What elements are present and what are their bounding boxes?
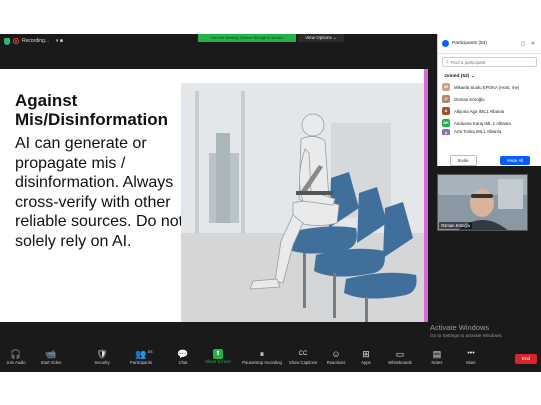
apps-grid-icon: ⊞ xyxy=(362,349,370,359)
zoom-meeting-window: Recording... ⏸ ■ You are viewing Osman K… xyxy=(0,34,541,372)
captions-icon: CC xyxy=(298,351,308,357)
chat-label: Chat xyxy=(178,360,188,365)
search-icon: ⌕ xyxy=(446,59,449,65)
avatar: A xyxy=(442,129,450,135)
participant-row[interactable]: A Arta Toska IML1 Albania xyxy=(442,129,537,135)
share-screen-label: Share Screen xyxy=(205,359,231,364)
participant-row[interactable]: AK Anduena Karaj IML 1 Albania xyxy=(442,117,537,129)
join-audio-label: Join Audio xyxy=(6,360,26,365)
apps-button[interactable]: ⊞ Apps xyxy=(348,348,384,365)
more-icon: ••• xyxy=(467,350,475,357)
participant-row[interactable]: O Osman Köroğlu xyxy=(442,93,537,105)
record-dot-icon xyxy=(13,38,19,44)
more-button[interactable]: ••• More xyxy=(453,348,489,365)
watermark-title: Activate Windows xyxy=(430,323,490,332)
headphones-icon: 🎧 xyxy=(10,349,22,359)
apps-label: Apps xyxy=(361,360,371,365)
pause-stop-recording-button[interactable]: ⏸ Pause/stop recording xyxy=(242,348,282,365)
chat-icon: 💬 xyxy=(177,349,189,359)
security-button[interactable]: 🛡 Security xyxy=(84,348,120,365)
end-meeting-button[interactable]: End xyxy=(515,354,537,364)
participant-name: Albjona Aga IML1 Albania xyxy=(454,108,505,114)
share-screen-button[interactable]: ⬆ Share Screen xyxy=(200,348,236,364)
participant-name: Arta Toska IML1 Albania xyxy=(454,129,502,134)
whiteboards-label: Whiteboards xyxy=(388,360,412,365)
avatar: O xyxy=(442,95,450,103)
more-label: More xyxy=(466,360,476,365)
participant-list: M Mikaela Suolu EPOKA (Host, me) O Osman… xyxy=(438,81,541,135)
video-name-label: Osman Köroğlu xyxy=(439,222,473,229)
notes-label: Notes xyxy=(431,360,443,365)
whiteboards-button[interactable]: ▭ Whiteboards xyxy=(382,348,418,365)
smiley-icon: ☺ xyxy=(331,349,341,359)
pause-stop-recording-label: Pause/stop recording xyxy=(242,360,282,365)
avatar: AK xyxy=(442,119,450,127)
slide-accent-bar xyxy=(424,69,428,322)
recording-label: Recording... xyxy=(22,38,49,44)
participant-row[interactable]: A Albjona Aga IML1 Albania xyxy=(442,105,537,117)
avatar: A xyxy=(442,107,450,115)
join-audio-button[interactable]: 🎧 Join Audio xyxy=(0,348,34,365)
meeting-toolbar: 🎧 Join Audio 📹 Start Video 🛡 Security 👥 … xyxy=(0,346,541,372)
share-banner: You are viewing Osman Köroğlu's screen xyxy=(198,34,296,42)
activate-windows-watermark: Activate Windows Go to Settings to activ… xyxy=(430,323,503,338)
participant-count-badge: 53 xyxy=(148,349,153,354)
participant-name: Anduena Karaj IML 1 Albania xyxy=(454,120,511,126)
joined-section-header[interactable]: Joined (53) ⌄ xyxy=(438,70,541,81)
share-screen-icon: ⬆ xyxy=(213,349,223,359)
participant-search-input[interactable] xyxy=(450,59,531,65)
shield-icon[interactable] xyxy=(4,37,10,45)
show-captions-label: Show Captions xyxy=(288,360,318,365)
invite-button[interactable]: Invite xyxy=(449,155,477,166)
avatar: M xyxy=(442,83,450,91)
start-video-button[interactable]: 📹 Start Video xyxy=(33,348,69,365)
watermark-subtitle: Go to Settings to activate Windows. xyxy=(430,333,503,338)
participants-button[interactable]: 👥 53 Participants xyxy=(123,348,159,365)
start-video-label: Start Video xyxy=(40,360,62,365)
chat-button[interactable]: 💬 Chat xyxy=(165,348,201,365)
whiteboard-icon: ▭ xyxy=(395,349,405,359)
participant-name: Mikaela Suolu EPOKA (Host, me) xyxy=(454,84,520,90)
slide-title: Against Mis/Disinformation xyxy=(15,91,169,129)
participants-label: Participants xyxy=(130,360,152,365)
view-options-button[interactable]: View Options ⌄ xyxy=(298,34,344,42)
show-captions-button[interactable]: CC Show Captions xyxy=(285,348,321,365)
participant-row[interactable]: M Mikaela Suolu EPOKA (Host, me) xyxy=(442,81,537,93)
participants-header: Participants (53) ▢ ✕ xyxy=(438,34,541,54)
participant-search[interactable]: ⌕ xyxy=(442,57,537,67)
recording-controls[interactable]: ⏸ ■ xyxy=(56,38,63,44)
mute-all-button[interactable]: Mute All xyxy=(499,156,531,165)
participant-name: Osman Köroğlu xyxy=(454,96,485,102)
zoom-logo-icon xyxy=(442,40,449,47)
notes-icon: ▤ xyxy=(432,349,442,359)
recording-indicator: Recording... ⏸ ■ xyxy=(4,36,63,46)
participants-title: Participants (53) xyxy=(452,41,487,46)
reactions-label: Reactions xyxy=(326,360,346,365)
participants-footer: Invite Mute All xyxy=(438,155,541,166)
slide-body: AI can generate or propagate mis / disin… xyxy=(15,135,184,250)
shared-slide: Against Mis/Disinformation AI can genera… xyxy=(0,69,428,322)
notes-button[interactable]: ▤ Notes xyxy=(419,348,455,365)
participants-panel: Participants (53) ▢ ✕ ⌕ Joined (53) ⌄ M … xyxy=(437,34,541,166)
people-icon: 👥 xyxy=(135,349,147,359)
shield-icon: 🛡 xyxy=(96,349,108,359)
pause-icon: ⏸ xyxy=(259,349,265,359)
video-tile[interactable]: Osman Köroğlu xyxy=(437,174,528,231)
video-camera-icon: 📹 xyxy=(45,349,57,359)
window-controls[interactable]: ▢ ✕ xyxy=(521,41,537,47)
security-label: Security xyxy=(94,360,110,365)
robot-illustration xyxy=(181,83,428,322)
